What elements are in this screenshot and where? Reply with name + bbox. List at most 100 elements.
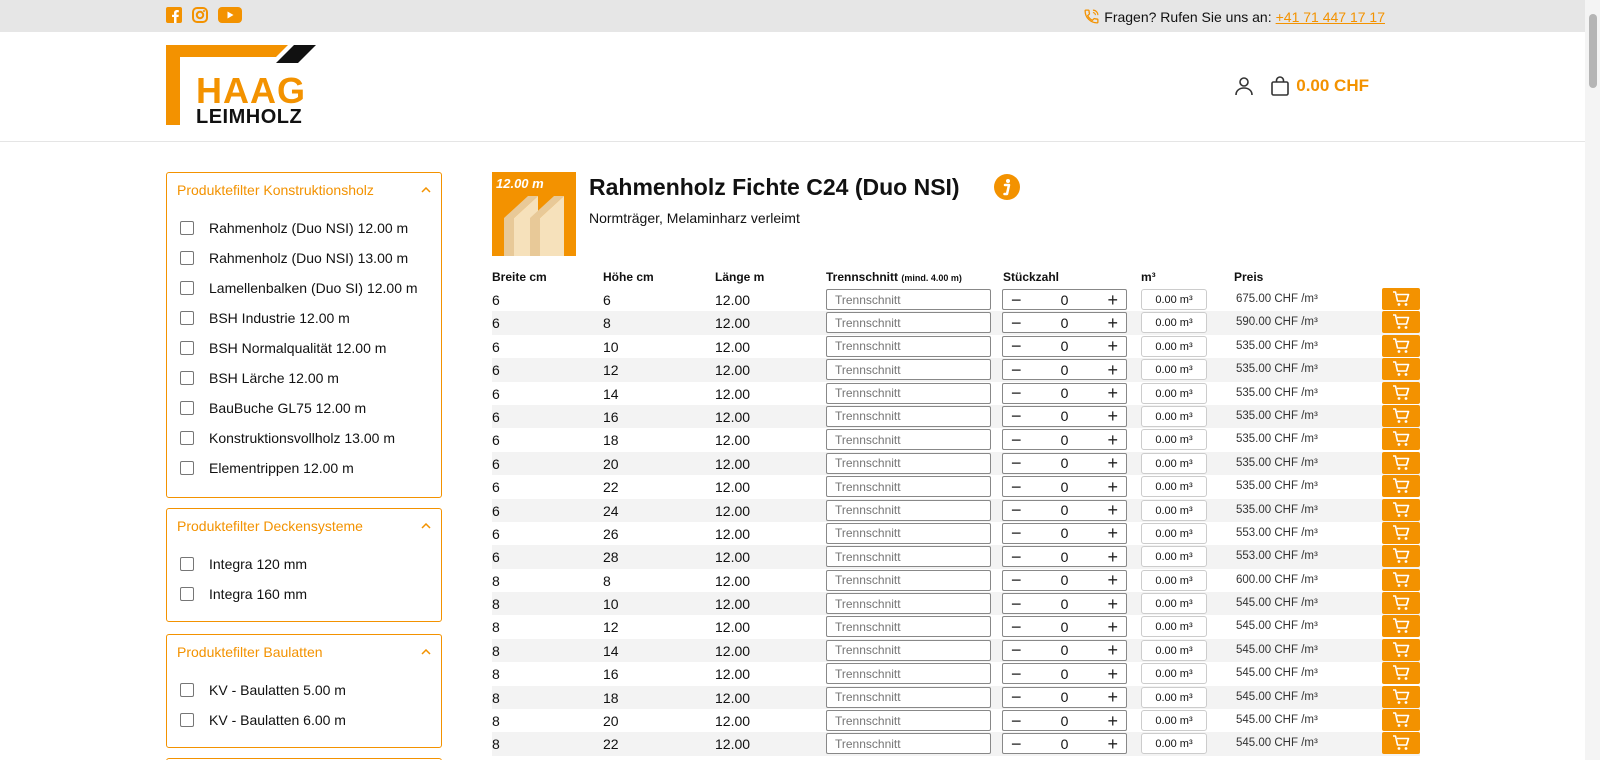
add-to-cart-button[interactable] bbox=[1382, 334, 1420, 357]
quantity-value[interactable]: 0 bbox=[1061, 385, 1069, 401]
info-icon[interactable] bbox=[994, 174, 1020, 200]
page-scrollbar[interactable] bbox=[1585, 0, 1600, 760]
trennschnitt-input[interactable] bbox=[826, 616, 991, 638]
hotline-number-link[interactable]: +41 71 447 17 17 bbox=[1276, 9, 1385, 25]
quantity-value[interactable]: 0 bbox=[1061, 455, 1069, 471]
quantity-value[interactable]: 0 bbox=[1061, 736, 1069, 752]
filter-checkbox[interactable] bbox=[180, 311, 194, 325]
trennschnitt-input[interactable] bbox=[826, 289, 991, 310]
plus-icon[interactable]: + bbox=[1107, 384, 1118, 402]
plus-icon[interactable]: + bbox=[1107, 571, 1118, 589]
minus-icon[interactable]: − bbox=[1011, 712, 1022, 730]
trennschnitt-input[interactable] bbox=[826, 452, 991, 474]
plus-icon[interactable]: + bbox=[1107, 712, 1118, 730]
minus-icon[interactable]: − bbox=[1011, 291, 1022, 309]
filter-checkbox[interactable] bbox=[180, 281, 194, 295]
quantity-value[interactable]: 0 bbox=[1061, 479, 1069, 495]
filter-item[interactable]: KV - Baulatten 6.00 m bbox=[180, 705, 428, 735]
add-to-cart-button[interactable] bbox=[1382, 428, 1420, 451]
add-to-cart-button[interactable] bbox=[1382, 498, 1420, 521]
quantity-value[interactable]: 0 bbox=[1061, 362, 1069, 378]
filter-checkbox[interactable] bbox=[180, 221, 194, 235]
minus-icon[interactable]: − bbox=[1011, 618, 1022, 636]
add-to-cart-button[interactable] bbox=[1382, 709, 1420, 732]
trennschnitt-input[interactable] bbox=[826, 429, 991, 451]
quantity-value[interactable]: 0 bbox=[1061, 572, 1069, 588]
plus-icon[interactable]: + bbox=[1107, 641, 1118, 659]
add-to-cart-button[interactable] bbox=[1382, 662, 1420, 685]
plus-icon[interactable]: + bbox=[1107, 431, 1118, 449]
minus-icon[interactable]: − bbox=[1011, 595, 1022, 613]
filter-header[interactable]: Produktefilter Baulatten bbox=[167, 635, 441, 669]
instagram-icon[interactable] bbox=[192, 7, 208, 23]
quantity-value[interactable]: 0 bbox=[1061, 713, 1069, 729]
minus-icon[interactable]: − bbox=[1011, 478, 1022, 496]
filter-checkbox[interactable] bbox=[180, 683, 194, 697]
minus-icon[interactable]: − bbox=[1011, 641, 1022, 659]
quantity-value[interactable]: 0 bbox=[1061, 432, 1069, 448]
minus-icon[interactable]: − bbox=[1011, 501, 1022, 519]
trennschnitt-input[interactable] bbox=[826, 405, 991, 427]
add-to-cart-button[interactable] bbox=[1382, 451, 1420, 474]
add-to-cart-button[interactable] bbox=[1382, 475, 1420, 498]
trennschnitt-input[interactable] bbox=[826, 569, 991, 591]
trennschnitt-input[interactable] bbox=[826, 733, 991, 755]
filter-header[interactable]: Produktefilter Deckensysteme bbox=[167, 509, 441, 543]
plus-icon[interactable]: + bbox=[1107, 337, 1118, 355]
plus-icon[interactable]: + bbox=[1107, 501, 1118, 519]
plus-icon[interactable]: + bbox=[1107, 407, 1118, 425]
filter-checkbox[interactable] bbox=[180, 431, 194, 445]
minus-icon[interactable]: − bbox=[1011, 314, 1022, 332]
filter-item[interactable]: Lamellenbalken (Duo SI) 12.00 m bbox=[180, 273, 428, 303]
minus-icon[interactable]: − bbox=[1011, 688, 1022, 706]
filter-item[interactable]: Integra 120 mm bbox=[180, 549, 428, 579]
add-to-cart-button[interactable] bbox=[1382, 381, 1420, 404]
add-to-cart-button[interactable] bbox=[1382, 638, 1420, 661]
facebook-icon[interactable] bbox=[166, 7, 182, 23]
filter-checkbox[interactable] bbox=[180, 587, 194, 601]
filter-checkbox[interactable] bbox=[180, 461, 194, 475]
add-to-cart-button[interactable] bbox=[1382, 568, 1420, 591]
quantity-value[interactable]: 0 bbox=[1061, 338, 1069, 354]
trennschnitt-input[interactable] bbox=[826, 382, 991, 404]
filter-item[interactable]: Rahmenholz (Duo NSI) 12.00 m bbox=[180, 213, 428, 243]
minus-icon[interactable]: − bbox=[1011, 665, 1022, 683]
filter-checkbox[interactable] bbox=[180, 401, 194, 415]
quantity-value[interactable]: 0 bbox=[1061, 315, 1069, 331]
plus-icon[interactable]: + bbox=[1107, 524, 1118, 542]
quantity-value[interactable]: 0 bbox=[1061, 292, 1069, 308]
add-to-cart-button[interactable] bbox=[1382, 592, 1420, 615]
filter-checkbox[interactable] bbox=[180, 371, 194, 385]
filter-item[interactable]: Elementrippen 12.00 m bbox=[180, 453, 428, 483]
plus-icon[interactable]: + bbox=[1107, 735, 1118, 753]
trennschnitt-input[interactable] bbox=[826, 359, 991, 381]
trennschnitt-input[interactable] bbox=[826, 522, 991, 544]
plus-icon[interactable]: + bbox=[1107, 688, 1118, 706]
filter-item[interactable]: BauBuche GL75 12.00 m bbox=[180, 393, 428, 423]
add-to-cart-button[interactable] bbox=[1382, 311, 1420, 334]
add-to-cart-button[interactable] bbox=[1382, 545, 1420, 568]
filter-checkbox[interactable] bbox=[180, 557, 194, 571]
minus-icon[interactable]: − bbox=[1011, 571, 1022, 589]
add-to-cart-button[interactable] bbox=[1382, 685, 1420, 708]
quantity-value[interactable]: 0 bbox=[1061, 525, 1069, 541]
add-to-cart-button[interactable] bbox=[1382, 288, 1420, 310]
trennschnitt-input[interactable] bbox=[826, 639, 991, 661]
add-to-cart-button[interactable] bbox=[1382, 358, 1420, 381]
filter-checkbox[interactable] bbox=[180, 251, 194, 265]
filter-item[interactable]: Rahmenholz (Duo NSI) 13.00 m bbox=[180, 243, 428, 273]
trennschnitt-input[interactable] bbox=[826, 710, 991, 732]
quantity-value[interactable]: 0 bbox=[1061, 408, 1069, 424]
filter-checkbox[interactable] bbox=[180, 713, 194, 727]
trennschnitt-input[interactable] bbox=[826, 546, 991, 568]
youtube-icon[interactable] bbox=[218, 7, 242, 23]
filter-checkbox[interactable] bbox=[180, 341, 194, 355]
trennschnitt-input[interactable] bbox=[826, 335, 991, 357]
minus-icon[interactable]: − bbox=[1011, 454, 1022, 472]
plus-icon[interactable]: + bbox=[1107, 291, 1118, 309]
quantity-value[interactable]: 0 bbox=[1061, 642, 1069, 658]
filter-item[interactable]: KV - Baulatten 5.00 m bbox=[180, 675, 428, 705]
add-to-cart-button[interactable] bbox=[1382, 732, 1420, 755]
filter-item[interactable]: BSH Industrie 12.00 m bbox=[180, 303, 428, 333]
minus-icon[interactable]: − bbox=[1011, 735, 1022, 753]
